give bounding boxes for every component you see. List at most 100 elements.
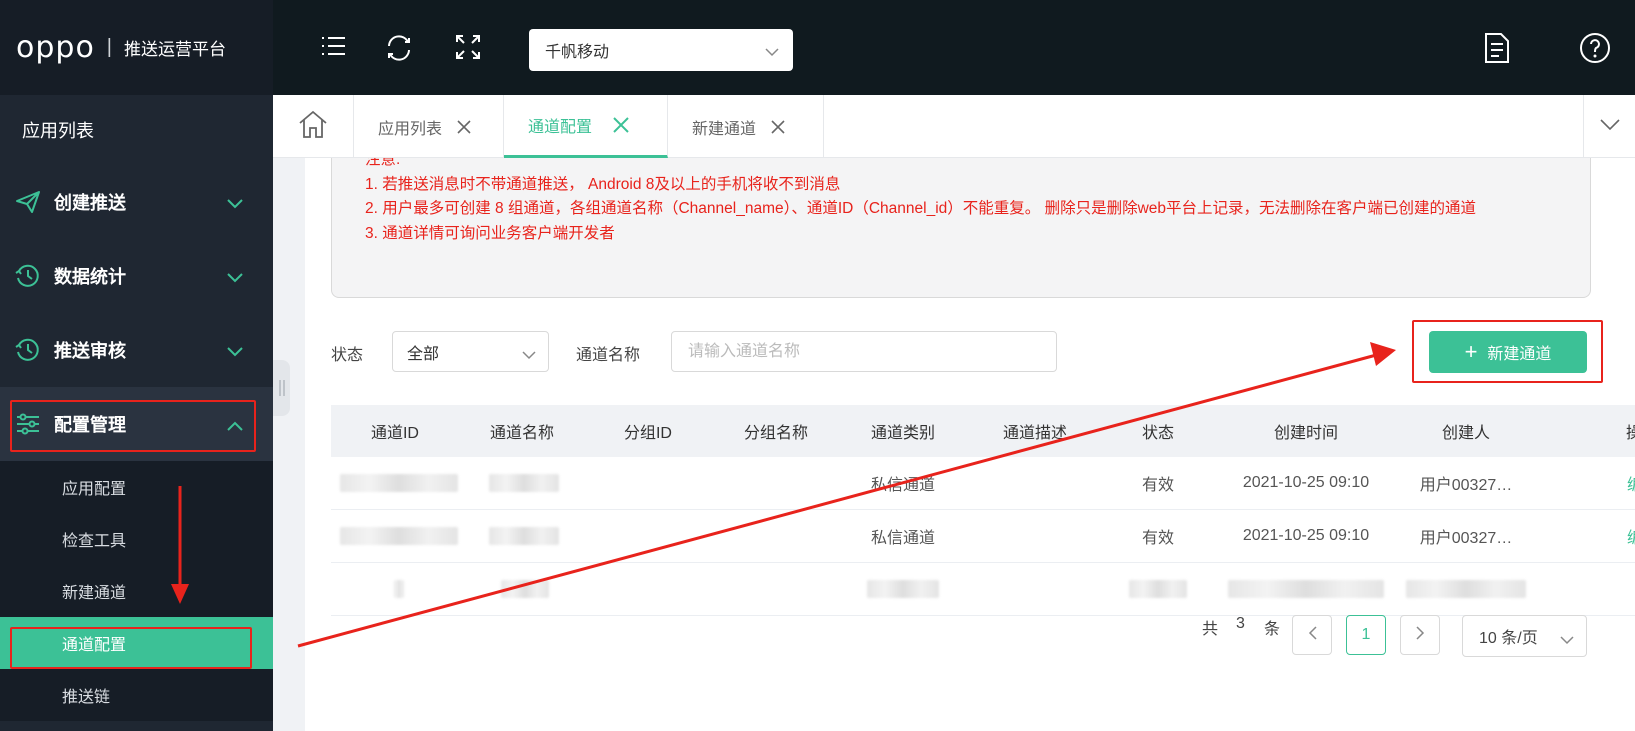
- col-channel-id: 通道ID: [370, 425, 419, 442]
- col-creator: 创建人: [1441, 425, 1490, 442]
- redacted-value: [867, 580, 939, 598]
- close-icon[interactable]: [612, 116, 630, 134]
- menu-push-review[interactable]: 推送审核: [0, 313, 273, 387]
- status-filter-label: 状态: [331, 347, 364, 364]
- platform-name: 推送运营平台: [124, 40, 226, 59]
- main-content: 注意: 1. 若推送消息时不带通道推送， Android 8及以上的手机将收不到…: [305, 158, 1635, 731]
- col-created-time: 创建时间: [1273, 425, 1338, 442]
- close-icon[interactable]: [770, 119, 786, 135]
- sidebar-title[interactable]: 应用列表: [0, 95, 273, 165]
- annotation-box-channel-config: [10, 627, 252, 669]
- tab-app-list[interactable]: 应用列表: [354, 95, 504, 158]
- creator-cell: 用户00327…: [1419, 530, 1513, 547]
- channel-name-input[interactable]: [671, 331, 1057, 372]
- notice-line-2: 2. 用户最多可创建 8 组通道，各组通道名称（Channel_name）、通道…: [365, 200, 1477, 217]
- notice-box: 注意: 1. 若推送消息时不带通道推送， Android 8及以上的手机将收不到…: [331, 158, 1591, 298]
- next-page-button[interactable]: [1400, 615, 1440, 655]
- menu-icon[interactable]: [319, 32, 351, 64]
- prev-page-button[interactable]: [1292, 615, 1332, 655]
- sidebar-collapse-handle[interactable]: [273, 360, 290, 416]
- tab-label: 新建通道: [692, 120, 757, 138]
- submenu-push-chain[interactable]: 推送链: [0, 669, 273, 721]
- creator-cell: 用户00327…: [1419, 477, 1513, 494]
- creator-cell: [1401, 563, 1531, 615]
- redacted-value: [489, 527, 559, 545]
- redacted-value: [394, 580, 404, 598]
- config-submenu: 应用配置 检查工具 新建通道 通道配置 推送链: [0, 461, 273, 721]
- total-suffix: 条: [1264, 621, 1281, 638]
- submenu-check-tool[interactable]: 检查工具: [0, 513, 273, 565]
- menu-data-stats[interactable]: 数据统计: [0, 239, 273, 313]
- sidebar: oppo | 推送运营平台 应用列表 创建推送 数据统计 推送审核 配置管理 应…: [0, 0, 273, 731]
- col-status: 状态: [1141, 425, 1174, 442]
- created-time-cell: 2021-10-25 09:10: [1242, 474, 1370, 491]
- table-header: 通道ID 通道名称 分组ID 分组名称 通道类别 通道描述 状态 创建时间 创建…: [331, 405, 1635, 457]
- chevron-down-icon: [227, 341, 243, 362]
- notice-line-3: 3. 通道详情可询问业务客户端开发者: [365, 224, 615, 242]
- chevron-left-icon: [1308, 625, 1317, 645]
- channel-type-cell: 私信通道: [870, 530, 935, 547]
- table-row: [331, 563, 1635, 616]
- chevron-right-icon: [1415, 625, 1425, 645]
- chevron-down-icon: [1560, 632, 1574, 650]
- tab-bar: 应用列表 通道配置 新建通道: [273, 95, 1635, 158]
- submenu-app-config[interactable]: 应用配置: [0, 461, 273, 513]
- paper-plane-icon: [14, 188, 42, 216]
- top-bar: 千帆移动: [273, 0, 1635, 95]
- status-select-value: 全部: [407, 345, 440, 363]
- chevron-down-icon: [1599, 118, 1620, 136]
- document-icon[interactable]: [1482, 32, 1514, 64]
- clock-history-icon: [14, 262, 42, 290]
- channel-id-cell: [339, 563, 459, 615]
- created-time-cell: 2021-10-25 09:10: [1242, 527, 1370, 544]
- home-tab[interactable]: [273, 95, 354, 158]
- page-button-current[interactable]: 1: [1346, 615, 1386, 655]
- redacted-value: [340, 527, 458, 545]
- total-count: 3: [1236, 615, 1245, 632]
- edit-link[interactable]: 编辑: [1531, 457, 1635, 509]
- tab-more-button[interactable]: [1583, 95, 1635, 158]
- menu-create-push[interactable]: 创建推送: [0, 165, 273, 239]
- col-group-id: 分组ID: [623, 425, 672, 442]
- page-size-value: 10 条/页: [1479, 630, 1538, 647]
- close-icon[interactable]: [456, 119, 472, 135]
- status-cell: 有效: [1141, 477, 1174, 494]
- channel-name-cell: [459, 563, 585, 615]
- channel-name-label: 通道名称: [576, 347, 641, 364]
- tab-label: 通道配置: [528, 119, 593, 136]
- status-cell: 有效: [1141, 530, 1174, 547]
- tab-channel-config[interactable]: 通道配置: [504, 95, 668, 158]
- channel-table: 通道ID 通道名称 分组ID 分组名称 通道类别 通道描述 状态 创建时间 创建…: [331, 405, 1635, 616]
- col-action: 操: [1626, 425, 1635, 442]
- brand-separator: |: [106, 36, 112, 58]
- edit-link[interactable]: 编辑: [1531, 510, 1635, 562]
- brand-logo: oppo: [16, 30, 95, 65]
- annotation-box-new-channel: [1412, 320, 1603, 383]
- clock-history-icon: [14, 336, 42, 364]
- tab-new-channel[interactable]: 新建通道: [668, 95, 824, 158]
- redacted-value: [501, 580, 549, 598]
- redacted-value: [340, 474, 458, 492]
- notice-title: 注意:: [365, 158, 401, 168]
- logo-bar: oppo | 推送运营平台: [0, 0, 273, 95]
- app-select[interactable]: 千帆移动: [529, 29, 793, 71]
- help-icon[interactable]: [1579, 32, 1611, 64]
- channel-id-cell: [339, 510, 459, 562]
- annotation-box-config-menu: [10, 400, 256, 452]
- channel-name-cell: [459, 510, 585, 562]
- channel-id-cell: [339, 457, 459, 509]
- notice-line-1: 1. 若推送消息时不带通道推送， Android 8及以上的手机将收不到消息: [365, 175, 841, 193]
- channel-type-cell: [841, 563, 965, 615]
- status-select[interactable]: 全部: [392, 331, 549, 372]
- chevron-down-icon: [765, 44, 779, 62]
- home-icon: [297, 109, 329, 144]
- redacted-value: [489, 474, 559, 492]
- page-size-select[interactable]: 10 条/页: [1462, 615, 1587, 657]
- redacted-value: [1406, 580, 1526, 598]
- table-row: 私信通道 有效 2021-10-25 09:10 用户00327… 编辑: [331, 457, 1635, 510]
- fullscreen-icon[interactable]: [453, 32, 485, 64]
- refresh-icon[interactable]: [383, 32, 415, 64]
- menu-label: 推送审核: [54, 341, 126, 361]
- submenu-new-channel[interactable]: 新建通道: [0, 565, 273, 617]
- col-channel-desc: 通道描述: [1002, 425, 1067, 442]
